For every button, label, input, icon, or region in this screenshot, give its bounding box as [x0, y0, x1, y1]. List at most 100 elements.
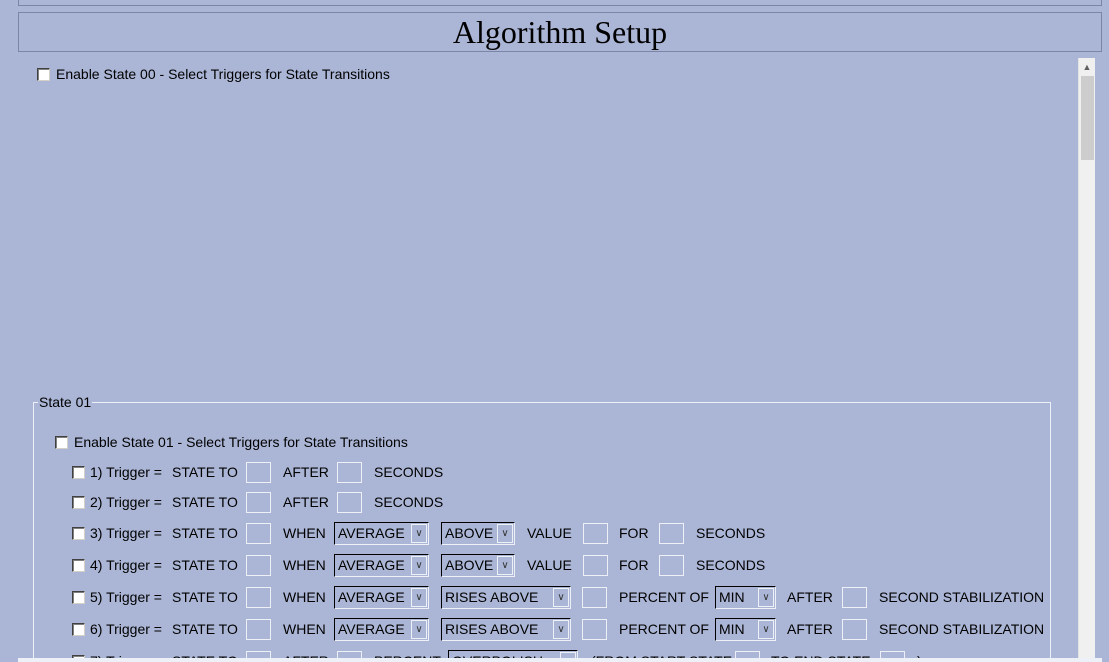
trigger-1-after-input[interactable]	[337, 461, 362, 483]
page-title: Algorithm Setup	[452, 14, 668, 50]
trigger-5-label: 5) Trigger =	[90, 589, 162, 605]
state01-group: State 01 Enable State 01 - Select Trigge…	[33, 394, 1051, 662]
trigger-6-checkbox[interactable]	[72, 622, 85, 636]
chevron-down-icon: ∨	[758, 587, 774, 607]
for-label: FOR	[619, 525, 649, 541]
percent-of-label: PERCENT OF	[619, 621, 709, 637]
chevron-down-icon: ∨	[553, 587, 569, 607]
chevron-down-icon: ∨	[411, 619, 427, 639]
chevron-down-icon: ∨	[553, 619, 569, 639]
scroll-up-arrow-icon[interactable]: ▲	[1079, 58, 1095, 75]
trigger-4-checkbox[interactable]	[72, 558, 85, 572]
selected-value: MIN	[719, 621, 745, 637]
seconds-label: SECONDS	[696, 525, 766, 541]
section-title-bar: Algorithm Setup	[18, 12, 1102, 52]
trigger-4-metric-select[interactable]: AVERAGE ∨	[334, 553, 429, 577]
trigger-2-state-to-input[interactable]	[246, 491, 271, 513]
state01-enable-row: Enable State 01 - Select Triggers for St…	[55, 434, 408, 450]
chevron-down-icon: ∨	[411, 555, 427, 575]
chevron-down-icon: ∨	[411, 587, 427, 607]
state-to-label: STATE TO	[172, 494, 238, 510]
when-label: WHEN	[283, 589, 326, 605]
seconds-label: SECONDS	[696, 557, 766, 573]
trigger-2-after-input[interactable]	[337, 491, 362, 513]
trigger-3-value-input[interactable]	[583, 522, 608, 544]
after-label: AFTER	[283, 494, 329, 510]
state-to-label: STATE TO	[172, 525, 238, 541]
trigger-4-state-to-input[interactable]	[246, 554, 271, 576]
trigger-1-label: 1) Trigger =	[90, 464, 162, 480]
trigger-row-6: 6) Trigger = STATE TO WHEN AVERAGE ∨ RIS…	[72, 617, 1062, 641]
trigger-4-comparison-select[interactable]: ABOVE ∨	[441, 553, 515, 577]
after-label: AFTER	[787, 589, 833, 605]
collapsed-section-header	[18, 0, 1102, 6]
trigger-row-4: 4) Trigger = STATE TO WHEN AVERAGE ∨ ABO…	[72, 553, 1062, 577]
trigger-6-percent-input[interactable]	[582, 618, 607, 640]
trigger-3-for-input[interactable]	[659, 522, 684, 544]
vertical-scrollbar[interactable]: ▲	[1078, 58, 1095, 662]
chevron-down-icon: ∨	[411, 523, 427, 543]
trigger-6-state-to-input[interactable]	[246, 618, 271, 640]
after-label: AFTER	[787, 621, 833, 637]
chevron-down-icon: ∨	[758, 619, 774, 639]
scrollbar-thumb[interactable]	[1081, 76, 1094, 160]
state-to-label: STATE TO	[172, 464, 238, 480]
trigger-5-metric-select[interactable]: AVERAGE ∨	[334, 585, 429, 609]
trigger-3-state-to-input[interactable]	[246, 522, 271, 544]
selected-value: AVERAGE	[338, 621, 405, 637]
algorithm-setup-panel: Enable State 00 - Select Triggers for St…	[18, 58, 1078, 662]
state01-legend: State 01	[39, 394, 92, 410]
trigger-5-comparison-select[interactable]: RISES ABOVE ∨	[441, 585, 571, 609]
trigger-6-comparison-select[interactable]: RISES ABOVE ∨	[441, 617, 571, 641]
trigger-3-comparison-select[interactable]: ABOVE ∨	[441, 521, 515, 545]
seconds-label: SECONDS	[374, 494, 444, 510]
horizontal-scroll-edge	[18, 658, 1102, 662]
trigger-5-percent-input[interactable]	[582, 586, 607, 608]
trigger-3-metric-select[interactable]: AVERAGE ∨	[334, 521, 429, 545]
selected-value: AVERAGE	[338, 525, 405, 541]
selected-value: RISES ABOVE	[445, 621, 539, 637]
state-to-label: STATE TO	[172, 589, 238, 605]
chevron-down-icon: ∨	[497, 555, 513, 575]
state01-enable-checkbox[interactable]	[55, 435, 68, 449]
trigger-row-2: 2) Trigger = STATE TO AFTER SECONDS	[72, 491, 1062, 513]
trigger-4-value-input[interactable]	[583, 554, 608, 576]
trigger-6-metric-select[interactable]: AVERAGE ∨	[334, 617, 429, 641]
trigger-6-after-input[interactable]	[842, 618, 867, 640]
trigger-6-label: 6) Trigger =	[90, 621, 162, 637]
when-label: WHEN	[283, 557, 326, 573]
state00-enable-label: Enable State 00 - Select Triggers for St…	[56, 66, 390, 82]
trigger-1-state-to-input[interactable]	[246, 461, 271, 483]
trigger-row-1: 1) Trigger = STATE TO AFTER SECONDS	[72, 461, 1062, 483]
value-label: VALUE	[527, 525, 572, 541]
selected-value: MIN	[719, 589, 745, 605]
value-label: VALUE	[527, 557, 572, 573]
state01-enable-label: Enable State 01 - Select Triggers for St…	[74, 434, 408, 450]
trigger-6-reference-select[interactable]: MIN ∨	[715, 617, 776, 641]
seconds-label: SECONDS	[374, 464, 444, 480]
trigger-5-reference-select[interactable]: MIN ∨	[715, 585, 776, 609]
when-label: WHEN	[283, 525, 326, 541]
trigger-4-for-input[interactable]	[659, 554, 684, 576]
second-stabilization-label: SECOND STABILIZATION	[879, 621, 1045, 637]
trigger-4-label: 4) Trigger =	[90, 557, 162, 573]
for-label: FOR	[619, 557, 649, 573]
second-stabilization-label: SECOND STABILIZATION	[879, 589, 1045, 605]
selected-value: RISES ABOVE	[445, 589, 539, 605]
trigger-3-checkbox[interactable]	[72, 526, 85, 540]
trigger-5-after-input[interactable]	[842, 586, 867, 608]
trigger-1-checkbox[interactable]	[72, 465, 85, 479]
trigger-5-checkbox[interactable]	[72, 590, 85, 604]
selected-value: AVERAGE	[338, 589, 405, 605]
selected-value: ABOVE	[445, 557, 494, 573]
trigger-2-label: 2) Trigger =	[90, 494, 162, 510]
percent-of-label: PERCENT OF	[619, 589, 709, 605]
trigger-3-label: 3) Trigger =	[90, 525, 162, 541]
trigger-2-checkbox[interactable]	[72, 495, 85, 509]
state00-enable-row: Enable State 00 - Select Triggers for St…	[37, 66, 390, 82]
after-label: AFTER	[283, 464, 329, 480]
state00-enable-checkbox[interactable]	[37, 67, 50, 81]
state-to-label: STATE TO	[172, 557, 238, 573]
selected-value: AVERAGE	[338, 557, 405, 573]
trigger-5-state-to-input[interactable]	[246, 586, 271, 608]
